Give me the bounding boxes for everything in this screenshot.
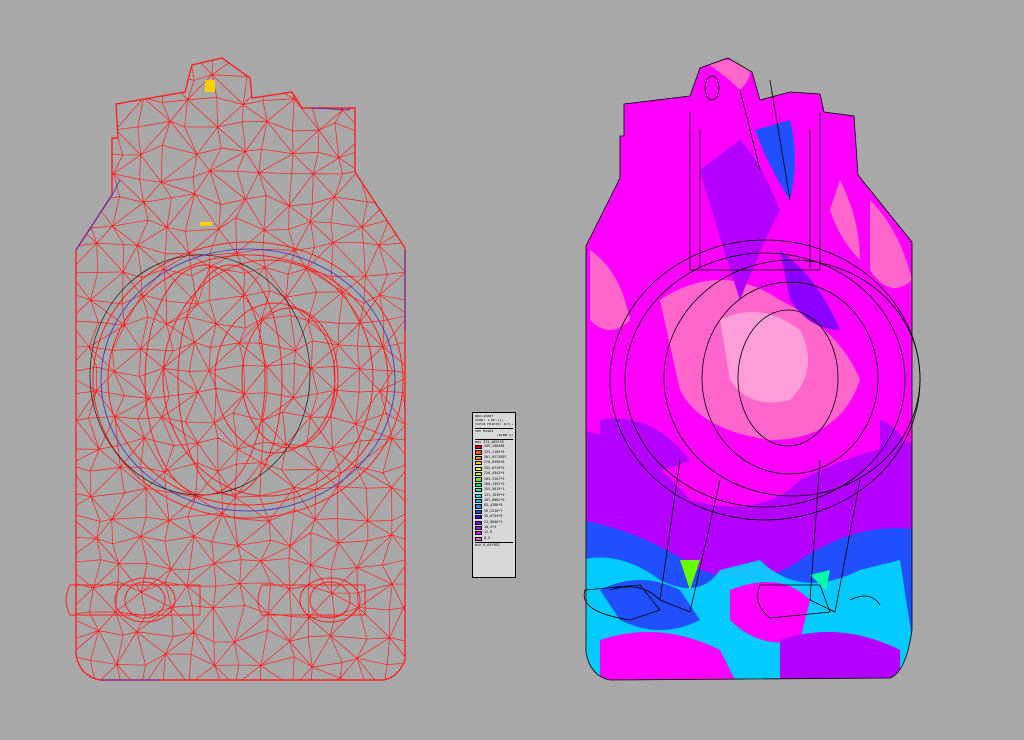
legend-color-swatch [475,515,482,520]
legend-level-value: 18,4*4 [484,525,497,530]
stress-contour-model[interactable] [580,50,921,690]
legend-scale: 349,288488 325,1103*8 301,0271897 276,8495*… [475,444,513,541]
legend-level-value: 131,7839*0 [484,492,505,497]
legend-color-swatch [475,461,482,466]
legend-level-value: 83,4286*8 [484,503,503,508]
legend-unit: (N/mm^2) [496,433,513,437]
legend-level-value: 59,2510*7 [484,508,503,513]
legend-color-swatch [475,450,482,455]
legend-level-row: 8,5 [475,536,513,541]
legend-level-value: 35,0734*6 [484,514,503,519]
legend-color-swatch [475,525,482,531]
legend-divider [475,427,513,429]
legend-level-value: 204,3167*3 [484,476,505,481]
legend-level-value: 107,6062*9 [484,498,505,503]
legend-level-value: 180,1391*2 [484,481,505,486]
wireframe-blue-edges [75,107,406,681]
legend-color-swatch [475,498,482,504]
stress-contour-fill [586,58,912,680]
legend-color-swatch [475,482,482,487]
stress-legend: Nonlinear Step: 1.0E-(1) Yield Points: 8… [472,412,516,578]
legend-color-swatch [475,536,482,541]
legend-color-swatch [475,477,482,482]
legend-level-value: 12,9 [484,530,493,535]
legend-min: min 6,64*303 [475,543,500,548]
legend-color-swatch [475,520,482,525]
legend-color-swatch [475,509,482,514]
legend-title-line: Yield Points: 879,78 [475,422,513,426]
legend-level-value: 23,9846*5 [484,519,503,524]
legend-level-value: 276,8495*6 [484,460,505,465]
legend-color-swatch [475,466,482,471]
legend-color-swatch [475,445,482,450]
legend-color-swatch [475,493,482,498]
fea-viewport[interactable] [0,0,1024,740]
legend-level-value: 155,9615*1 [484,487,505,492]
wireframe-mesh-model[interactable] [63,48,415,691]
legend-level-value: 252,6719*5 [484,465,505,470]
legend-level-value: 228,4943*4 [484,471,505,476]
legend-color-swatch [475,531,482,536]
legend-color-swatch [475,504,482,509]
legend-color-swatch [475,471,482,477]
legend-color-swatch [475,488,482,493]
legend-level-value: 349,288488 [484,444,505,449]
legend-level-value: 301,0271897 [484,454,507,459]
legend-level-value: 8,5 [484,535,491,540]
legend-color-swatch [475,455,482,460]
legend-level-value: 325,1103*8 [484,449,505,454]
